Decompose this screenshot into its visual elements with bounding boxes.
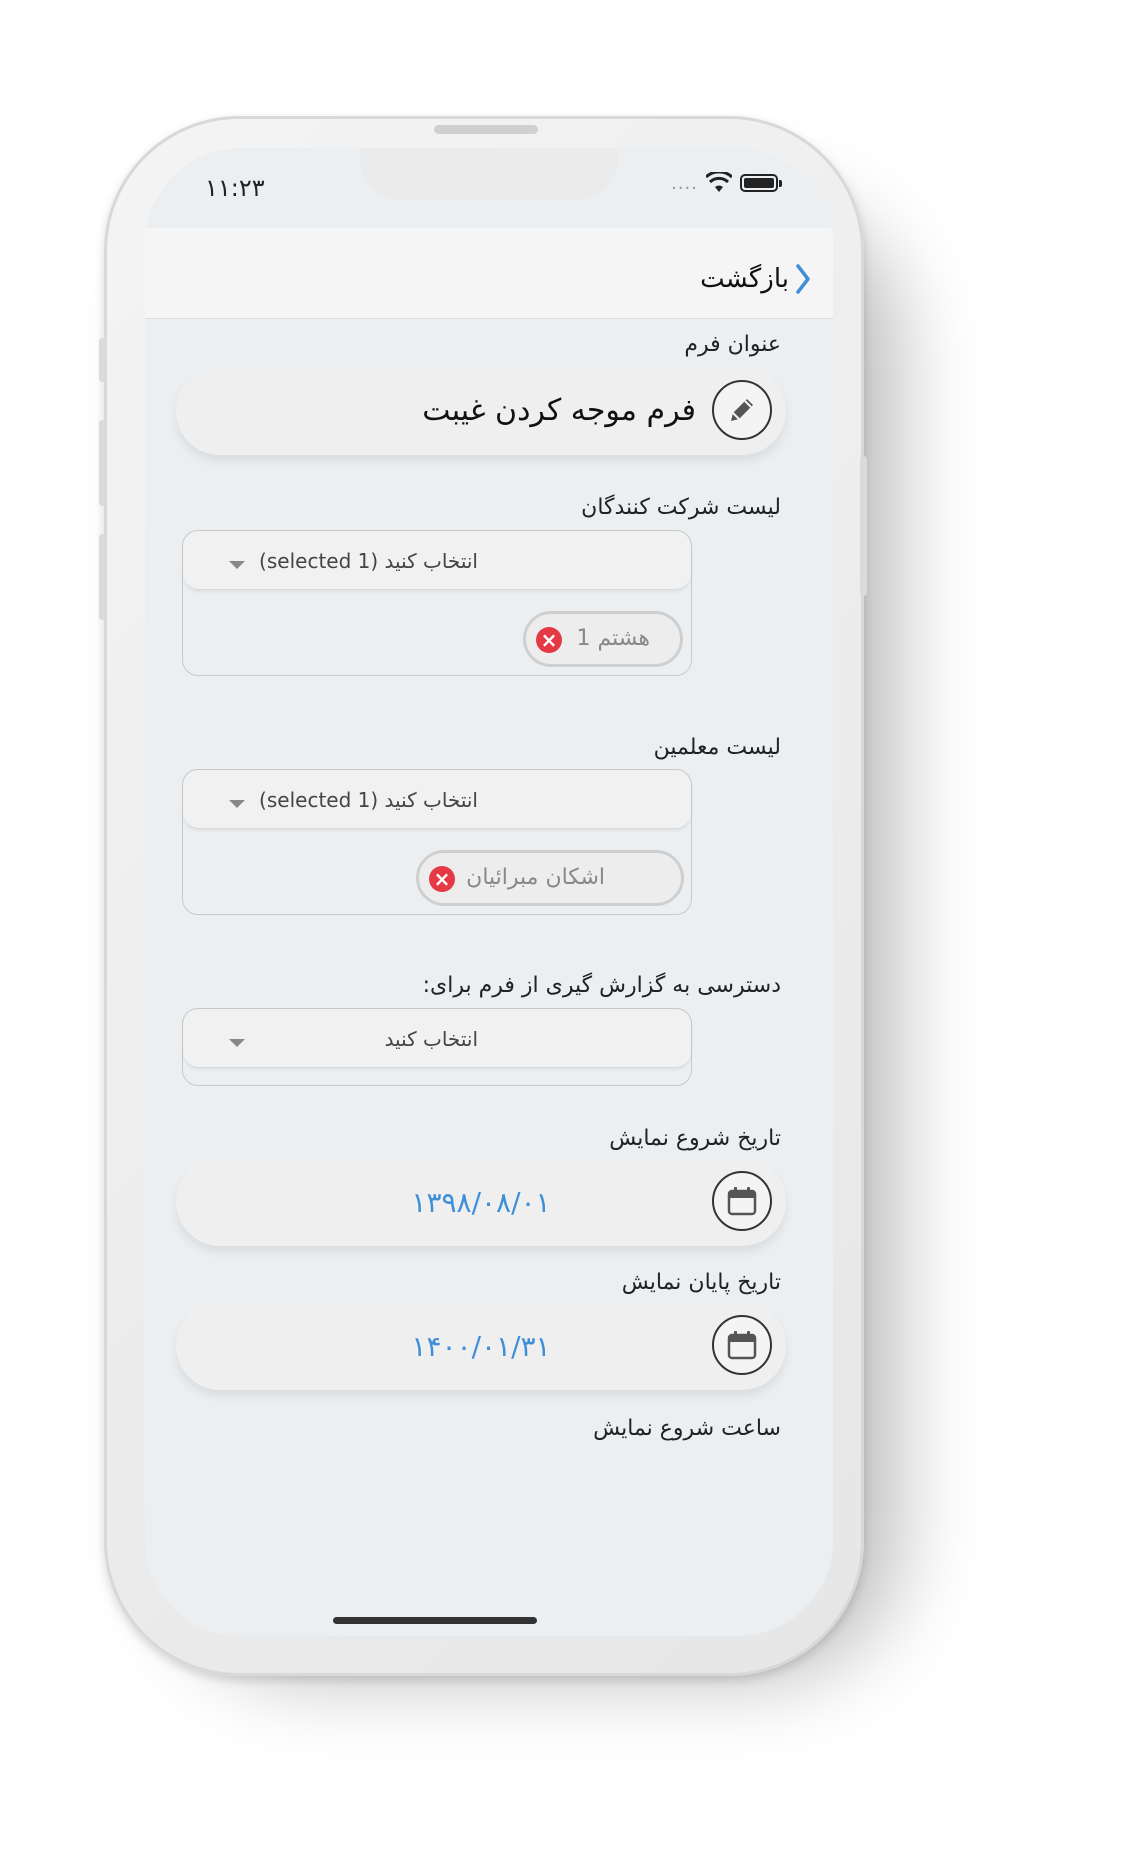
participants-box: انتخاب کنید (1 selected) هشتم 1 × (182, 530, 692, 676)
volume-down-button (99, 534, 106, 620)
teachers-select[interactable]: انتخاب کنید (1 selected) (183, 770, 691, 829)
remove-chip-icon[interactable]: × (536, 627, 562, 653)
form-title-value: فرم موجه کردن غیبت (422, 393, 696, 428)
start-date-value: ۱۳۹۸/۰۸/۰۱ (411, 1186, 551, 1219)
form-title-label: عنوان فرم (684, 332, 781, 357)
end-date-value: ۱۴۰۰/۰۱/۳۱ (411, 1330, 551, 1363)
chevron-right-icon (796, 264, 810, 294)
teacher-chip-label: اشکان مبرائیان (466, 865, 605, 890)
navigation-bar: بازگشت (145, 228, 833, 319)
start-date-label: تاریخ شروع نمایش (609, 1126, 781, 1151)
start-time-label: ساعت شروع نمایش (593, 1416, 781, 1441)
report-access-select-text: انتخاب کنید (384, 1027, 478, 1051)
participant-chip-label: هشتم 1 (576, 626, 650, 651)
caret-down-icon (229, 1039, 245, 1047)
caret-down-icon (229, 800, 245, 808)
teachers-box: انتخاب کنید (1 selected) اشکان مبرائیان … (182, 769, 692, 915)
participants-select-text: انتخاب کنید (1 selected) (259, 549, 478, 573)
teachers-select-text: انتخاب کنید (1 selected) (259, 788, 478, 812)
power-button (860, 456, 867, 596)
report-access-select[interactable]: انتخاب کنید (183, 1009, 691, 1068)
back-label: بازگشت (700, 264, 789, 294)
volume-up-button (99, 420, 106, 506)
caret-down-icon (229, 561, 245, 569)
phone-screen: ۱۱:۲۳ .... بازگشت عنوان فرم فرم موجه کرد… (145, 148, 833, 1636)
remove-chip-icon[interactable]: × (429, 866, 455, 892)
speaker-grille (434, 125, 538, 134)
pencil-icon[interactable] (712, 380, 772, 440)
signal-dots-icon: .... (671, 172, 698, 194)
participants-select[interactable]: انتخاب کنید (1 selected) (183, 531, 691, 590)
wifi-icon (706, 172, 732, 192)
report-access-box: انتخاب کنید (182, 1008, 692, 1086)
status-time: ۱۱:۲۳ (205, 174, 265, 202)
battery-icon (740, 174, 782, 192)
start-date-field[interactable]: ۱۳۹۸/۰۸/۰۱ (176, 1158, 786, 1246)
end-date-label: تاریخ پایان نمایش (621, 1270, 781, 1295)
back-button[interactable]: بازگشت (700, 264, 811, 294)
form-title-field[interactable]: فرم موجه کردن غیبت (176, 367, 786, 455)
notch (360, 148, 618, 200)
teacher-chip: اشکان مبرائیان × (416, 850, 684, 906)
report-access-label: دسترسی به گزارش گیری از فرم برای: (422, 973, 781, 998)
mute-switch (99, 338, 106, 382)
form-content: عنوان فرم فرم موجه کردن غیبت لیست شرکت ک… (145, 318, 833, 1636)
participant-chip: هشتم 1 × (523, 611, 683, 667)
teachers-label: لیست معلمین (653, 735, 781, 760)
status-icons: .... (671, 172, 782, 194)
participants-label: لیست شرکت کنندگان (581, 495, 781, 520)
end-date-field[interactable]: ۱۴۰۰/۰۱/۳۱ (176, 1302, 786, 1390)
home-indicator[interactable] (333, 1617, 537, 1624)
